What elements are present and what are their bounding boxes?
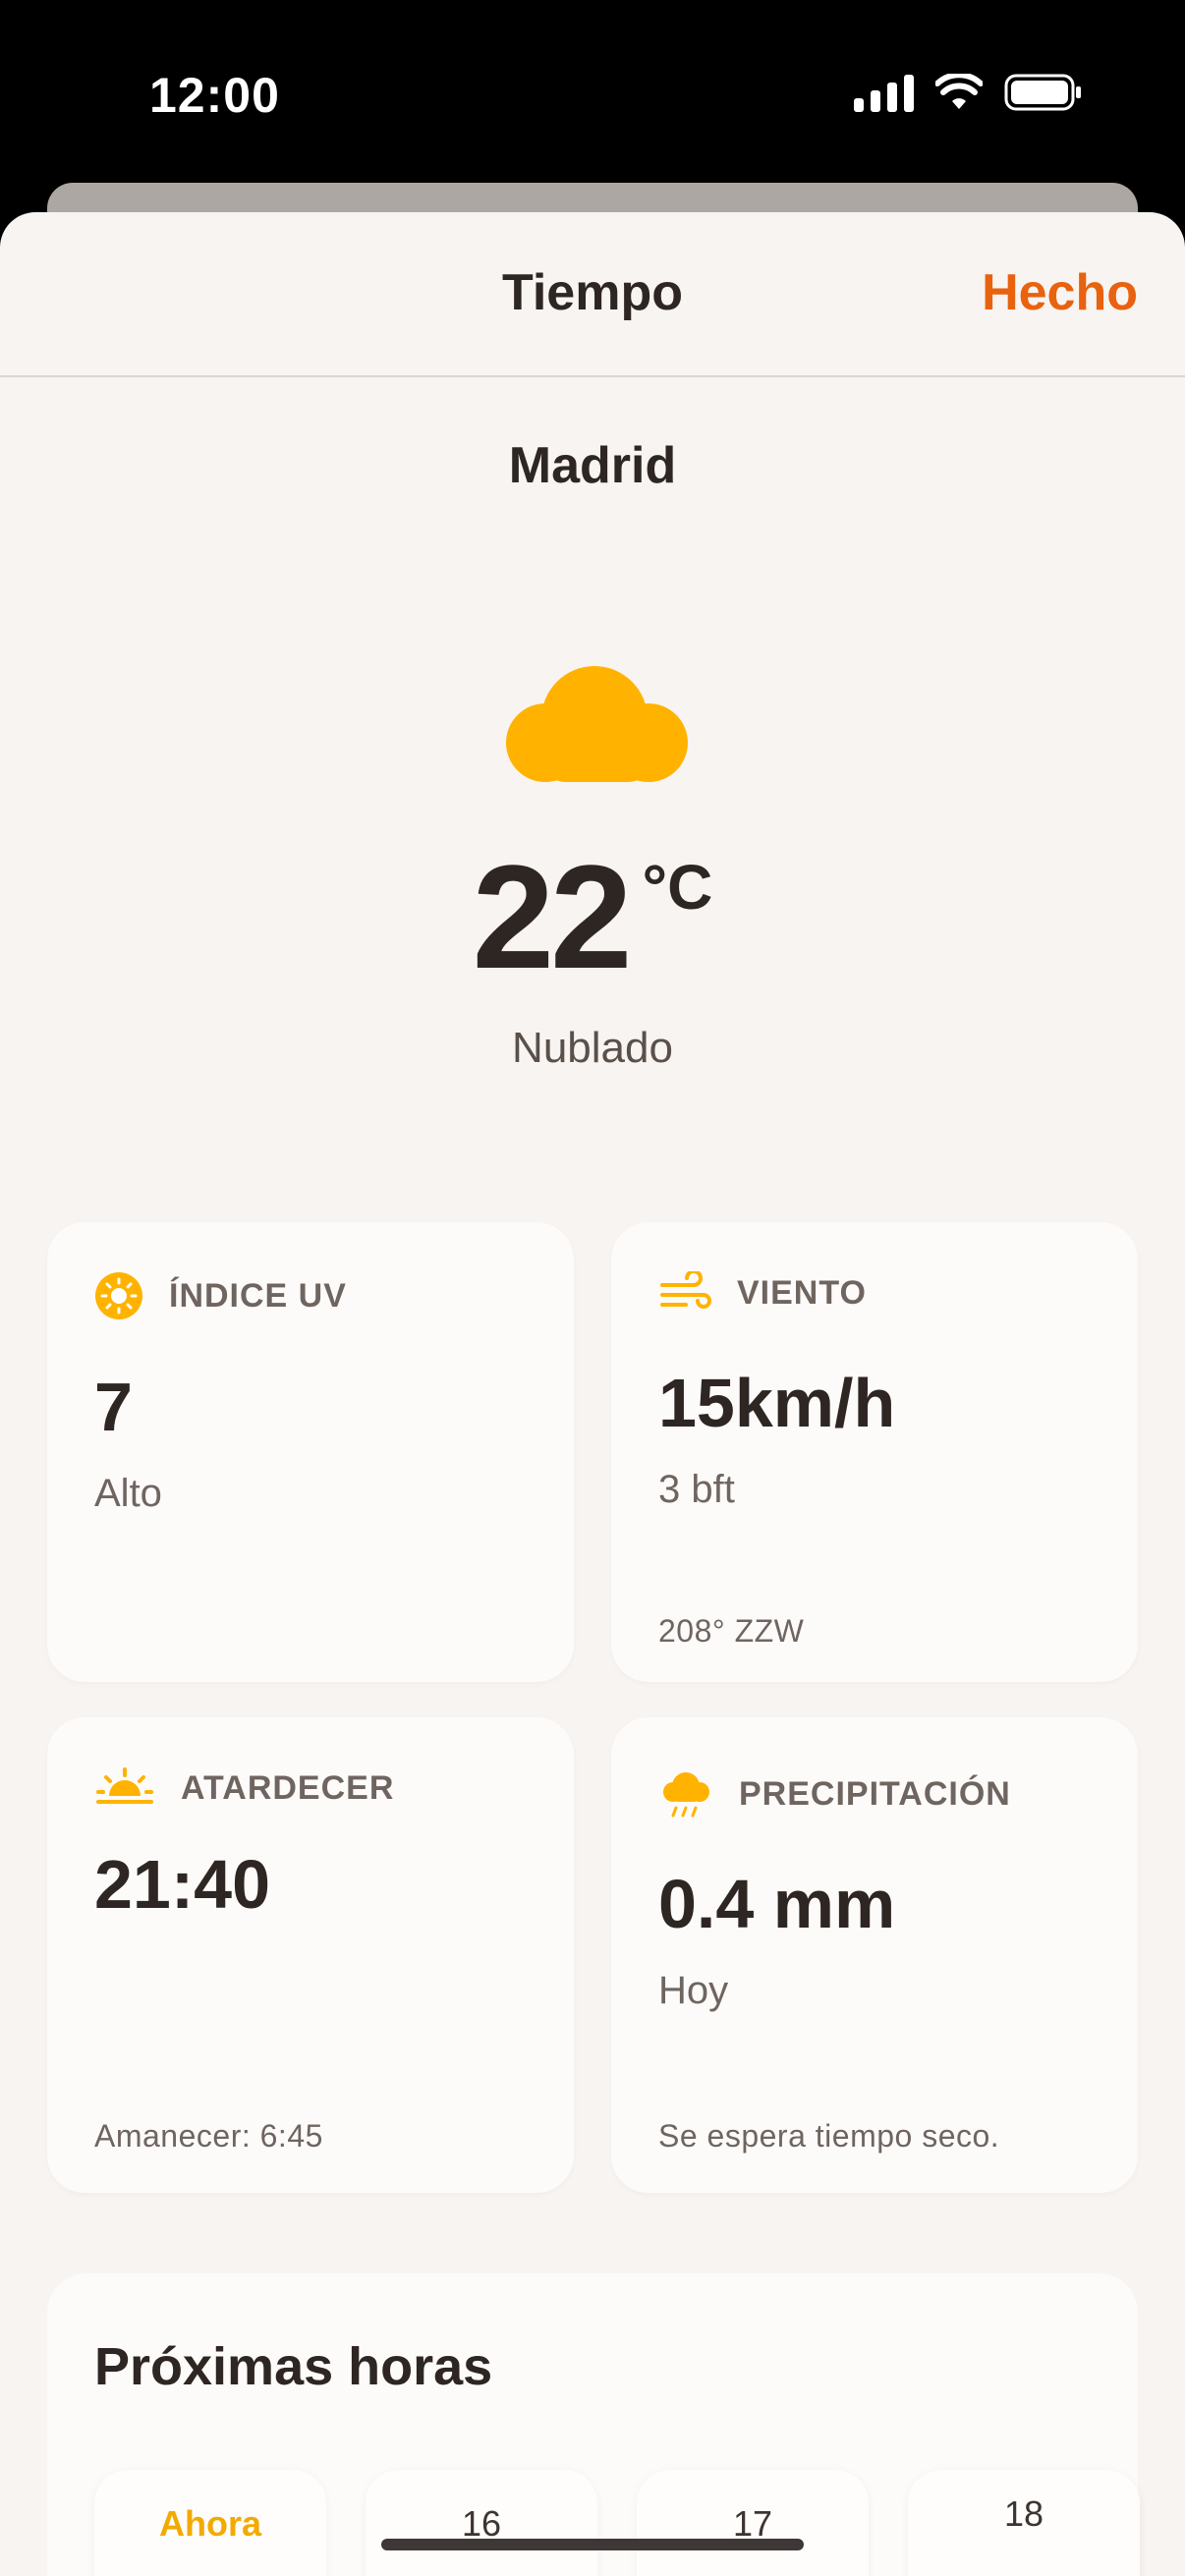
status-icons — [854, 73, 1083, 112]
sun-icon — [95, 1272, 142, 1319]
temperature-value: 22 — [472, 834, 633, 999]
wifi-icon — [935, 74, 983, 109]
city-name: Madrid — [508, 437, 677, 494]
sunrise-time: Amanecer: 6:45 — [94, 2118, 323, 2154]
cloud-icon — [506, 666, 688, 782]
precipitation-period: Hoy — [658, 1969, 729, 2012]
precipitation-amount: 0.4 mm — [658, 1866, 896, 1942]
uv-label: ÍNDICE UV — [169, 1276, 347, 1315]
home-indicator[interactable] — [381, 2539, 804, 2550]
uv-index-card[interactable]: ÍNDICE UV 7 Alto — [47, 1222, 574, 1682]
uv-value: 7 — [94, 1369, 133, 1445]
temperature-unit: °C — [642, 852, 713, 923]
done-button[interactable]: Hecho — [982, 263, 1138, 322]
navigation-bar: Tiempo Hecho — [0, 212, 1185, 377]
wind-direction: 208° ZZW — [658, 1613, 805, 1649]
uv-level: Alto — [94, 1472, 162, 1515]
hourly-forecast-card: Próximas horas Ahora 16 17 18 — [47, 2273, 1140, 2576]
precipitation-label: PRECIPITACIÓN — [739, 1774, 1011, 1813]
wind-beaufort: 3 bft — [658, 1468, 735, 1511]
sunset-icon — [96, 1767, 153, 1804]
precipitation-card[interactable]: PRECIPITACIÓN 0.4 mm Hoy Se espera tiemp… — [611, 1717, 1138, 2193]
sunset-card[interactable]: ATARDECER 21:40 Amanecer: 6:45 — [47, 1717, 574, 2193]
wind-card[interactable]: VIENTO 15km/h 3 bft 208° ZZW — [611, 1222, 1138, 1682]
weather-condition: Nublado — [512, 1024, 673, 1072]
temperature-display: 22 °C — [0, 843, 1185, 990]
sunset-time: 21:40 — [94, 1846, 271, 1923]
status-bar: 12:00 — [0, 0, 1185, 187]
cloud-rain-icon — [663, 1772, 709, 1818]
precipitation-forecast: Se espera tiempo seco. — [658, 2118, 1000, 2154]
wind-icon — [660, 1271, 711, 1309]
sunset-label: ATARDECER — [181, 1768, 395, 1807]
hour-item[interactable]: 18 — [908, 2470, 1140, 2576]
battery-icon — [1004, 74, 1081, 111]
hourly-title: Próximas horas — [94, 2337, 493, 2396]
cellular-signal-icon — [854, 73, 914, 112]
hour-item[interactable]: 17 — [637, 2470, 869, 2576]
weather-sheet: Tiempo Hecho Madrid 22 °C Nublado ÍNDICE… — [0, 212, 1185, 2576]
status-time: 12:00 — [149, 68, 280, 123]
hour-item[interactable]: 16 — [366, 2470, 597, 2576]
wind-speed: 15km/h — [658, 1365, 896, 1441]
wind-label: VIENTO — [737, 1273, 867, 1312]
hour-item-now[interactable]: Ahora — [94, 2470, 326, 2576]
